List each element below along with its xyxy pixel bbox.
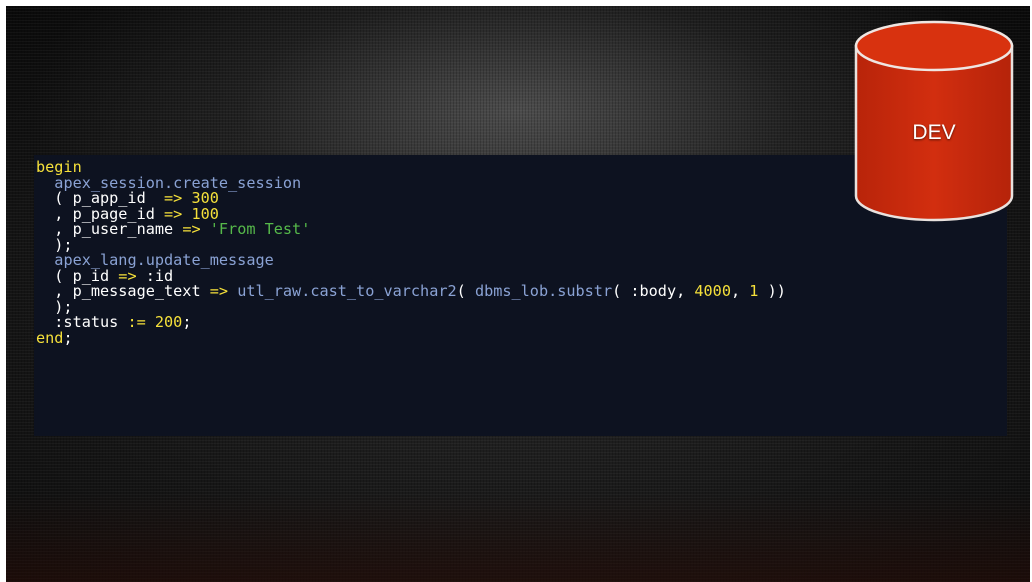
code-token: 200 (154, 313, 183, 331)
database-label: DEV (912, 121, 956, 144)
database-cylinder: DEV (854, 20, 1014, 222)
code-token: utl_raw.cast_to_varchar2 (237, 282, 457, 300)
code-token: 'From Test' (209, 220, 311, 238)
code-token: ; (182, 313, 192, 331)
code-line: end; (36, 329, 73, 347)
code-line: , p_user_name => 'From Test' (36, 220, 310, 238)
code-token: := (127, 313, 146, 331)
code-token: 4000 (694, 282, 731, 300)
code-token: ( (456, 282, 475, 300)
code-token: ; (63, 328, 73, 347)
code-token: => (182, 220, 201, 238)
code-token: ( :body, (612, 282, 695, 300)
code-token: end (36, 328, 64, 347)
code-token: => (209, 282, 229, 300)
slide: begin apex_session.create_session ( p_ap… (6, 6, 1030, 582)
plsql-code-block: begin apex_session.create_session ( p_ap… (36, 159, 786, 347)
code-token: )) (758, 282, 786, 300)
code-line: , p_message_text => utl_raw.cast_to_varc… (36, 282, 786, 300)
code-token: , (730, 282, 750, 300)
code-token: dbms_lob.substr (474, 282, 613, 300)
